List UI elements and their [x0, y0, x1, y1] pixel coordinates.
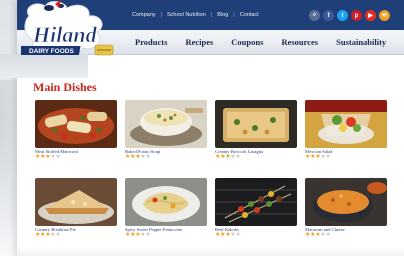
top-links: Company | School Nutrition | Blog | Cont…	[132, 9, 259, 21]
logo-tagline: DAIRY FOODS	[29, 48, 74, 55]
rating-stars: ★★★★★	[35, 154, 117, 161]
youtube-icon[interactable]: ▶	[365, 10, 376, 21]
email-icon[interactable]: ✉	[379, 10, 390, 21]
rating-stars: ★★★★★	[125, 154, 207, 161]
social-icons: ⌕ f t p ▶ ✉	[309, 10, 390, 21]
recipe-card[interactable]: Macaroni and Cheese ★★★★★	[305, 178, 387, 239]
rating-stars: ★★★★★	[35, 232, 117, 239]
rating-stars: ★★★★★	[305, 232, 387, 239]
hiland-logo[interactable]: Hiland DAIRY FOODS	[16, 0, 121, 66]
recipe-thumbnail[interactable]	[125, 178, 207, 226]
star-empty-icon: ★	[325, 232, 331, 238]
nav-item-recipes[interactable]: Recipes	[185, 37, 213, 47]
nav-item-sustainability[interactable]: Sustainability	[336, 37, 386, 47]
separator: |	[233, 12, 235, 18]
recipe-thumbnail[interactable]	[35, 100, 117, 148]
recipe-card[interactable]: Country Breakfast Pie ★★★★★	[35, 178, 117, 239]
rating-stars: ★★★★★	[305, 154, 387, 161]
twitter-icon[interactable]: t	[337, 10, 348, 21]
separator: |	[160, 12, 162, 18]
search-icon[interactable]: ⌕	[309, 10, 320, 21]
star-empty-icon: ★	[145, 154, 151, 160]
star-empty-icon: ★	[325, 154, 331, 160]
recipe-card[interactable]: Creamy Broccoli Lasagna ★★★★★	[215, 100, 297, 161]
recipe-card[interactable]: Beef Kabobs ★★★★★	[215, 178, 297, 239]
recipe-card[interactable]: Spicy Sweet Pepper Fettuccine ★★★★★	[125, 178, 207, 239]
star-empty-icon: ★	[145, 232, 151, 238]
rating-stars: ★★★★★	[215, 232, 297, 239]
star-empty-icon: ★	[55, 232, 61, 238]
top-link-blog[interactable]: Blog	[217, 12, 228, 18]
recipe-card[interactable]: Baked Potato Soup ★★★★★	[125, 100, 207, 161]
recipe-card[interactable]: Mexican Salad ★★★★★	[305, 100, 387, 161]
separator: |	[210, 12, 213, 18]
star-empty-icon: ★	[235, 232, 241, 238]
star-empty-icon: ★	[235, 154, 241, 160]
top-link-company[interactable]: Company	[132, 12, 156, 18]
recipe-card[interactable]: Meat Stuffed Manicotti ★★★★★	[35, 100, 117, 161]
recipe-thumbnail[interactable]	[125, 100, 207, 148]
recipe-thumbnail[interactable]	[215, 178, 297, 226]
facebook-icon[interactable]: f	[323, 10, 334, 21]
nav-item-resources[interactable]: Resources	[281, 37, 318, 47]
pinterest-icon[interactable]: p	[351, 10, 362, 21]
top-link-contact[interactable]: Contact	[240, 12, 259, 18]
recipe-thumbnail[interactable]	[35, 178, 117, 226]
section-title: Main Dishes	[33, 80, 97, 94]
site-frame: Company | School Nutrition | Blog | Cont…	[0, 0, 404, 256]
nav-item-coupons[interactable]: Coupons	[231, 37, 263, 47]
logo-wordmark: Hiland	[32, 22, 98, 47]
rating-stars: ★★★★★	[125, 232, 207, 239]
main-nav: Products Recipes Coupons Resources Susta…	[135, 37, 404, 47]
page-bottom-fade	[17, 248, 404, 256]
nav-item-products[interactable]: Products	[135, 37, 167, 47]
star-empty-icon: ★	[55, 154, 61, 160]
rating-stars: ★★★★★	[215, 154, 297, 161]
recipe-thumbnail[interactable]	[305, 178, 387, 226]
recipe-thumbnail[interactable]	[215, 100, 297, 148]
top-link-school-nutrition[interactable]: School Nutrition	[167, 12, 206, 18]
recipe-thumbnail[interactable]	[305, 100, 387, 148]
